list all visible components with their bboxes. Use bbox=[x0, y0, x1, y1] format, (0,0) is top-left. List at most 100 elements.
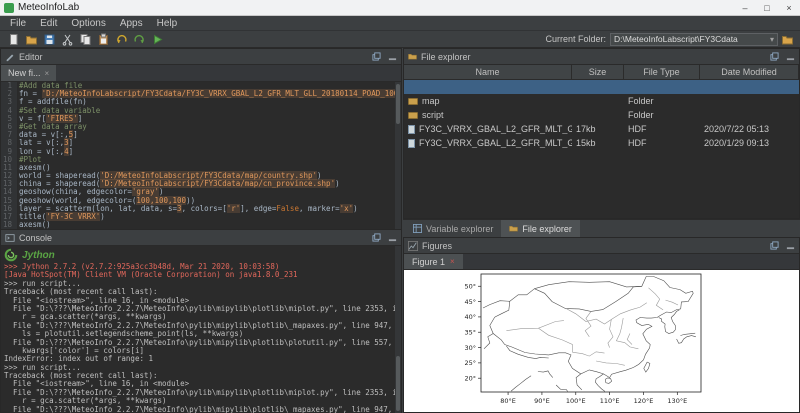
svg-text:110°E: 110°E bbox=[600, 397, 620, 405]
svg-text:50°: 50° bbox=[464, 283, 476, 291]
column-header-name[interactable]: Name bbox=[404, 65, 572, 79]
open-file-icon[interactable] bbox=[23, 32, 39, 46]
folder-icon bbox=[408, 52, 417, 61]
chart-icon bbox=[408, 241, 418, 251]
float-icon[interactable] bbox=[372, 233, 381, 242]
console-scrollbar-thumb[interactable] bbox=[396, 356, 400, 411]
editor-scrollbar[interactable] bbox=[395, 82, 401, 230]
console-icon bbox=[5, 233, 15, 243]
hdf-icon bbox=[408, 125, 415, 134]
editor-code: 1#Add data file2fn = 'D:/MeteoInfoLabscr… bbox=[1, 82, 401, 229]
minimize-button[interactable]: – bbox=[734, 0, 756, 15]
console-scrollbar[interactable] bbox=[395, 246, 401, 413]
column-header-file-type[interactable]: File Type bbox=[624, 65, 700, 79]
maximize-button[interactable]: □ bbox=[756, 0, 778, 15]
minimize-icon[interactable] bbox=[786, 241, 795, 250]
window-title: MeteoInfoLab bbox=[18, 2, 79, 13]
file-size: 17kb bbox=[572, 124, 624, 134]
file-table-rows: mapFolderscriptFolderFY3C_VRRX_GBAL_L2_G… bbox=[404, 80, 799, 150]
file-table-header: NameSizeFile TypeDate Modified bbox=[404, 65, 799, 80]
file-name: script bbox=[422, 110, 444, 120]
minimize-icon[interactable] bbox=[786, 52, 795, 61]
console-output[interactable]: Jython >>> Jython 2.7.2 (v2.7.2:925a3cc3… bbox=[1, 246, 401, 413]
close-button[interactable]: × bbox=[778, 0, 800, 15]
file-row[interactable]: scriptFolder bbox=[404, 108, 799, 122]
current-folder-value: D:\MeteoInfoLabscript\FY3Cdata bbox=[614, 34, 738, 44]
file-name: FY3C_VRRX_GBAL_L2_GFR_MLT_GL... bbox=[419, 124, 572, 134]
svg-text:80°E: 80°E bbox=[500, 397, 516, 405]
column-header-size[interactable]: Size bbox=[572, 65, 624, 79]
editor-tab[interactable]: New fi... × bbox=[1, 65, 56, 81]
editor-code-area[interactable]: 1#Add data file2fn = 'D:/MeteoInfoLabscr… bbox=[1, 82, 401, 230]
column-header-date-modified[interactable]: Date Modified bbox=[700, 65, 799, 79]
editor-icon bbox=[5, 52, 15, 62]
file-name: FY3C_VRRX_GBAL_L2_GFR_MLT_GL... bbox=[419, 138, 572, 148]
svg-text:35°: 35° bbox=[464, 329, 476, 337]
console-line: File "D:\???\MeteoInfo_2.2.7\MeteoInfo\p… bbox=[4, 406, 398, 413]
menu-edit[interactable]: Edit bbox=[33, 18, 64, 29]
file-row[interactable] bbox=[404, 80, 799, 94]
editor-tab-label: New fi... bbox=[8, 68, 41, 78]
file-date: 2020/7/22 05:13 bbox=[700, 124, 799, 134]
console-panel-header: Console bbox=[1, 230, 401, 246]
figure-tab-close-icon[interactable]: × bbox=[450, 257, 455, 266]
file-row[interactable]: FY3C_VRRX_GBAL_L2_GFR_MLT_GL...17kbHDF20… bbox=[404, 122, 799, 136]
float-icon[interactable] bbox=[770, 52, 779, 61]
figure-tabstrip: Figure 1 × bbox=[404, 254, 799, 270]
svg-text:90°E: 90°E bbox=[534, 397, 550, 405]
current-folder-combobox[interactable]: D:\MeteoInfoLabscript\FY3Cdata ▾ bbox=[610, 33, 778, 46]
svg-text:120°E: 120°E bbox=[634, 397, 654, 405]
svg-text:100°E: 100°E bbox=[566, 397, 586, 405]
editor-panel-header: Editor bbox=[1, 49, 401, 65]
float-icon[interactable] bbox=[372, 52, 381, 61]
file-row[interactable]: map Folder bbox=[404, 94, 799, 108]
hdf-icon bbox=[408, 139, 415, 148]
file-date: 2020/1/29 09:13 bbox=[700, 138, 799, 148]
jython-logo-icon bbox=[4, 248, 18, 262]
console-panel: Console Jython >>> Jython 2.7.2 (v2.7.2:… bbox=[0, 229, 402, 413]
menu-help[interactable]: Help bbox=[150, 18, 185, 29]
code-line: 10#Plot bbox=[1, 156, 401, 164]
run-script-icon[interactable] bbox=[149, 32, 165, 46]
file-size: 15kb bbox=[572, 138, 624, 148]
paste-icon[interactable] bbox=[95, 32, 111, 46]
file-explorer-panel-title: File explorer bbox=[421, 52, 471, 62]
svg-text:40°: 40° bbox=[464, 313, 476, 321]
svg-text:45°: 45° bbox=[464, 298, 476, 306]
cut-icon[interactable] bbox=[59, 32, 75, 46]
copy-icon[interactable] bbox=[77, 32, 93, 46]
minimize-icon[interactable] bbox=[388, 52, 397, 61]
file-name: map bbox=[422, 96, 440, 106]
new-file-icon[interactable] bbox=[5, 32, 21, 46]
redo-icon[interactable] bbox=[131, 32, 147, 46]
figure-canvas-svg: 80°E90°E100°E110°E120°E130°E20°25°30°35°… bbox=[404, 270, 799, 413]
save-file-icon[interactable] bbox=[41, 32, 57, 46]
tab-close-icon[interactable]: × bbox=[45, 69, 50, 78]
minimize-icon[interactable] bbox=[388, 233, 397, 242]
figure-canvas[interactable]: 80°E90°E100°E110°E120°E130°E20°25°30°35°… bbox=[404, 270, 799, 412]
code-line: 9lon = v[:,4] bbox=[1, 148, 401, 156]
file-type: Folder bbox=[624, 96, 700, 106]
dock-tabstrip: Variable explorerFile explorer bbox=[403, 219, 800, 237]
figure-tab[interactable]: Figure 1 × bbox=[404, 254, 463, 269]
svg-text:130°E: 130°E bbox=[667, 397, 687, 405]
menu-bar: FileEditOptionsAppsHelp bbox=[0, 16, 800, 31]
menu-apps[interactable]: Apps bbox=[113, 18, 150, 29]
editor-scrollbar-thumb[interactable] bbox=[396, 84, 400, 124]
browse-folder-button[interactable] bbox=[779, 32, 795, 46]
figures-panel: Figures Figure 1 × 80°E 90°E 100°E 110°E 120… bbox=[403, 237, 800, 413]
dock-tab-file-explorer[interactable]: File explorer bbox=[501, 220, 580, 237]
file-explorer-icon bbox=[509, 224, 518, 233]
undo-icon[interactable] bbox=[113, 32, 129, 46]
dock-tab-variable-explorer[interactable]: Variable explorer bbox=[405, 220, 501, 237]
figures-panel-title: Figures bbox=[422, 241, 452, 251]
menu-options[interactable]: Options bbox=[64, 18, 112, 29]
folder-icon bbox=[408, 98, 418, 105]
menu-file[interactable]: File bbox=[3, 18, 33, 29]
file-row[interactable]: FY3C_VRRX_GBAL_L2_GFR_MLT_GL...15kbHDF20… bbox=[404, 136, 799, 150]
console-panel-title: Console bbox=[19, 233, 52, 243]
console-lines: >>> Jython 2.7.2 (v2.7.2:925a3cc3b48d, M… bbox=[4, 263, 398, 413]
float-icon[interactable] bbox=[770, 241, 779, 250]
figures-panel-header: Figures bbox=[404, 238, 799, 254]
svg-text:20°: 20° bbox=[464, 375, 476, 383]
